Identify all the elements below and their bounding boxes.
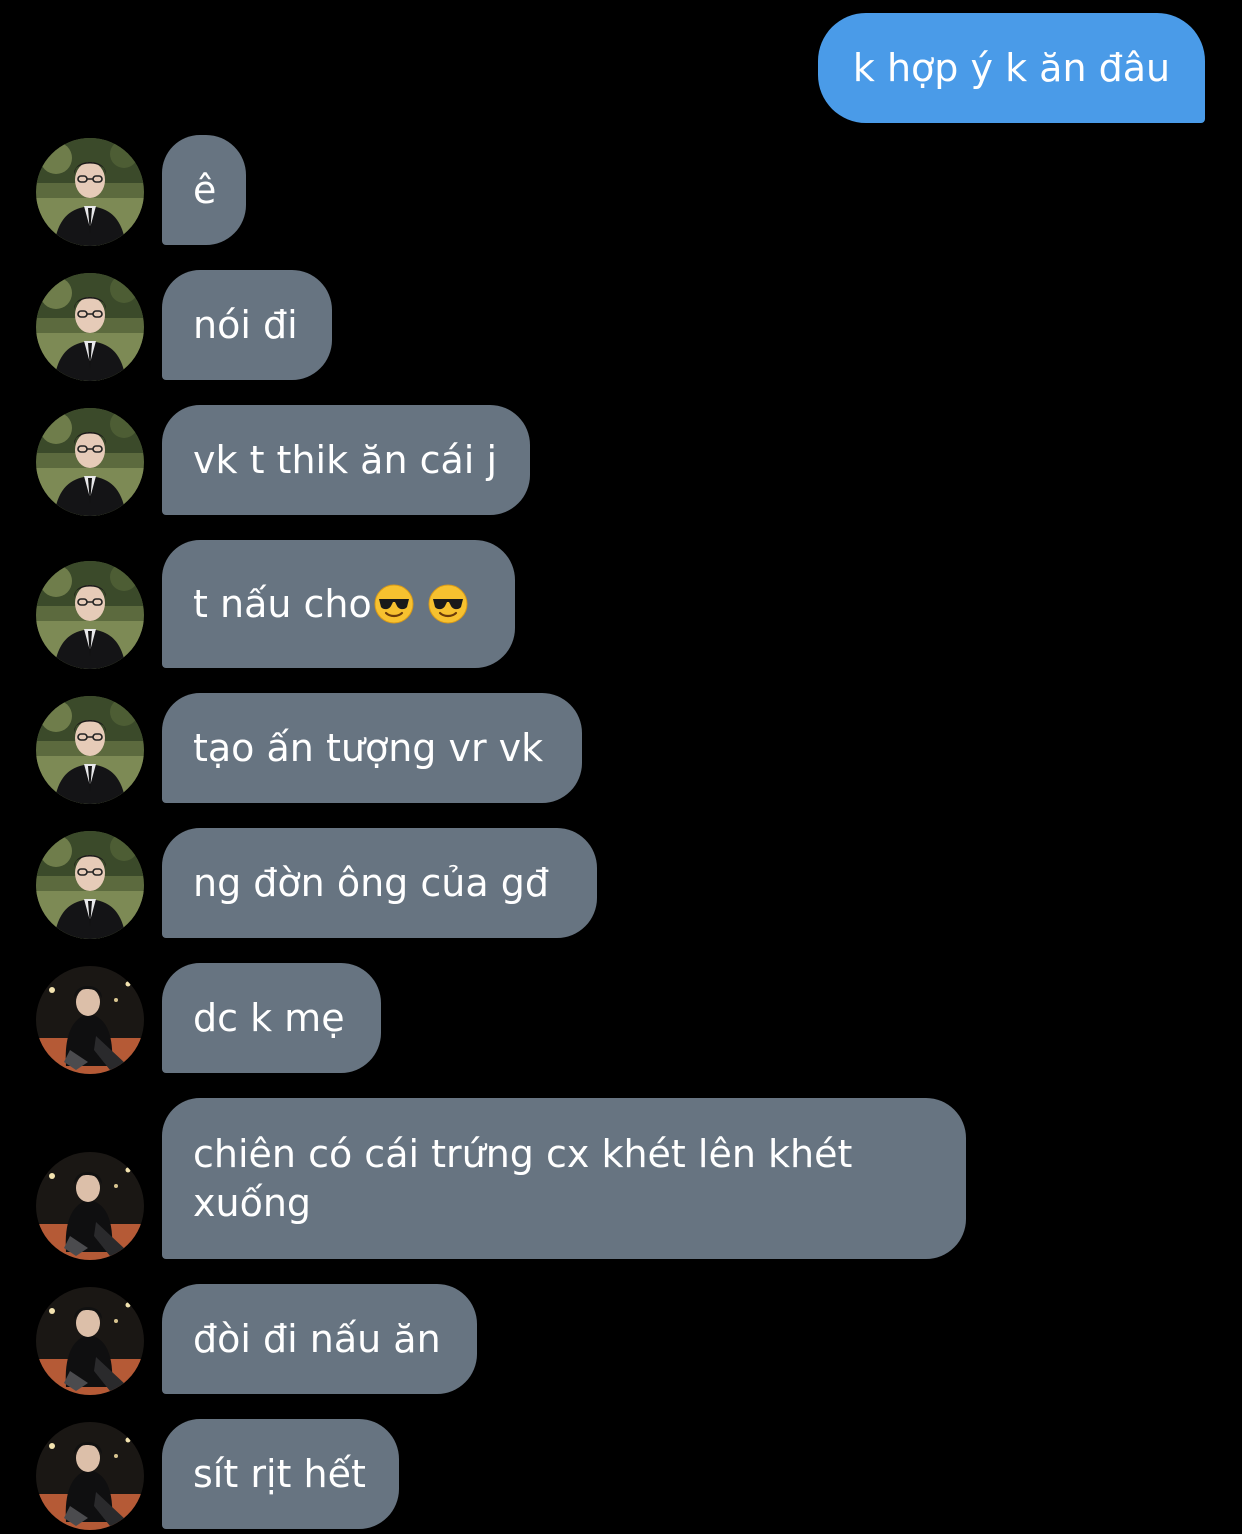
avatar-suit-image xyxy=(36,561,144,669)
avatar-leather-image xyxy=(36,1422,144,1530)
avatar-suit-image xyxy=(36,408,144,516)
message-text: ng đờn ông của gđ xyxy=(193,860,549,905)
incoming-message[interactable]: t nấu cho xyxy=(162,540,515,668)
contact-avatar[interactable] xyxy=(36,696,144,804)
incoming-message[interactable]: vk t thik ăn cái j xyxy=(162,405,530,515)
contact-avatar[interactable] xyxy=(36,1152,144,1260)
message-text: vk t thik ăn cái j xyxy=(193,437,497,482)
contact-avatar[interactable] xyxy=(36,561,144,669)
incoming-message[interactable]: tạo ấn tượng vr vk xyxy=(162,693,582,803)
message-text: sít rịt hết xyxy=(193,1451,366,1496)
avatar-leather-image xyxy=(36,1287,144,1395)
message-text: tạo ấn tượng vr vk xyxy=(193,725,544,770)
avatar-leather-image xyxy=(36,1152,144,1260)
sunglasses-emoji-icon xyxy=(374,584,414,624)
chat-thread[interactable]: k hợp ý k ăn đâu ê nói đi vk t thik ăn c… xyxy=(0,0,1242,1534)
contact-avatar[interactable] xyxy=(36,273,144,381)
avatar-suit-image xyxy=(36,273,144,381)
message-text: đòi đi nấu ăn xyxy=(193,1316,441,1361)
avatar-suit-image xyxy=(36,831,144,939)
contact-avatar[interactable] xyxy=(36,831,144,939)
incoming-message[interactable]: đòi đi nấu ăn xyxy=(162,1284,477,1394)
contact-avatar[interactable] xyxy=(36,966,144,1074)
message-text: chiên có cái trứng cx khét lên khét xuốn… xyxy=(193,1131,853,1225)
incoming-message[interactable]: ê xyxy=(162,135,246,245)
incoming-message[interactable]: sít rịt hết xyxy=(162,1419,399,1529)
sunglasses-emoji-icon xyxy=(428,584,468,624)
avatar-suit-image xyxy=(36,696,144,804)
contact-avatar[interactable] xyxy=(36,138,144,246)
incoming-message[interactable]: chiên có cái trứng cx khét lên khét xuốn… xyxy=(162,1098,966,1259)
contact-avatar[interactable] xyxy=(36,1287,144,1395)
message-text: k hợp ý k ăn đâu xyxy=(852,45,1171,90)
incoming-message[interactable]: dc k mẹ xyxy=(162,963,381,1073)
message-text: ê xyxy=(193,167,217,212)
message-text: nói đi xyxy=(193,302,298,347)
incoming-message[interactable]: ng đờn ông của gđ xyxy=(162,828,597,938)
outgoing-message[interactable]: k hợp ý k ăn đâu xyxy=(818,13,1205,123)
contact-avatar[interactable] xyxy=(36,408,144,516)
contact-avatar[interactable] xyxy=(36,1422,144,1530)
message-text: dc k mẹ xyxy=(193,995,345,1040)
avatar-suit-image xyxy=(36,138,144,246)
avatar-leather-image xyxy=(36,966,144,1074)
message-text: t nấu cho xyxy=(193,581,372,626)
incoming-message[interactable]: nói đi xyxy=(162,270,332,380)
